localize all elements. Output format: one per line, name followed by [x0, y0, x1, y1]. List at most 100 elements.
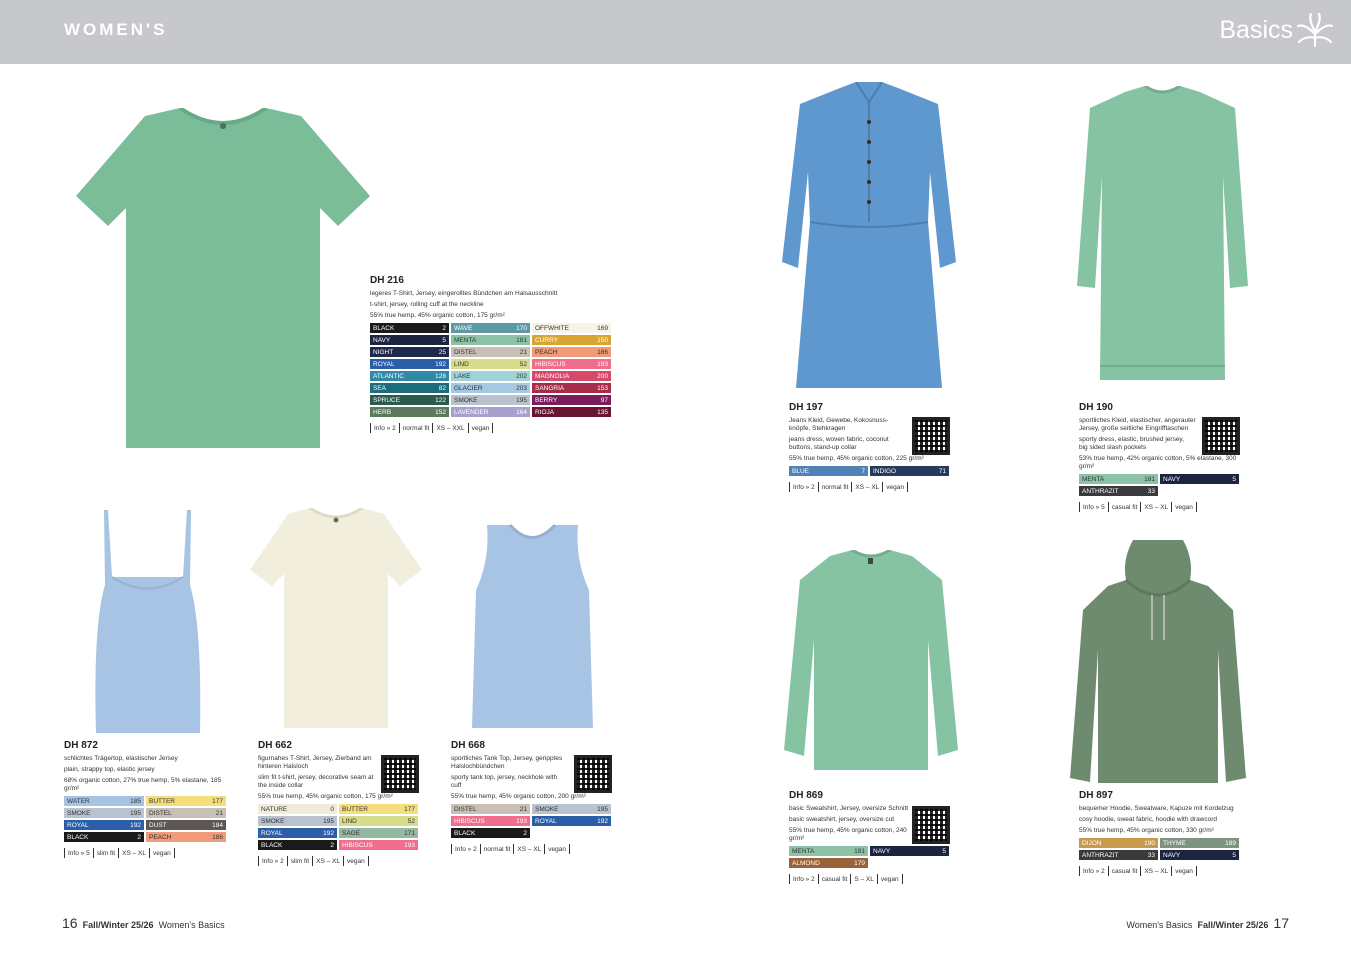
swatch-hibiscus: HIBISCUS 193 — [451, 816, 530, 826]
info-item: casual fit — [1111, 503, 1138, 511]
swatch-name: THYME — [1163, 839, 1186, 847]
swatch-number: 177 — [212, 797, 223, 805]
description-de: bequemer Hoodie, Sweatware, Kapuze mit K… — [1079, 805, 1234, 812]
swatch-name: WATER — [67, 797, 90, 805]
swatch-name: SAGE — [342, 829, 361, 837]
swatch-number: 192 — [323, 829, 334, 837]
info-separator — [1140, 866, 1142, 876]
swatch-blue: BLUE 7 — [789, 466, 868, 476]
swatch-name: ROYAL — [261, 829, 283, 837]
description-de: sportliches Tank Top, Jersey, geripptes … — [451, 755, 563, 770]
swatch-royal: ROYAL 192 — [64, 820, 144, 830]
swatch-number: 135 — [597, 408, 608, 416]
sweatshirt-dh869-image — [784, 550, 958, 770]
info-separator — [882, 482, 884, 492]
info-separator — [451, 844, 452, 854]
swatch-number: 195 — [130, 809, 141, 817]
material: 55% true hemp, 45% organic cotton, 240 g… — [789, 827, 907, 842]
swatch-number: 153 — [597, 384, 608, 392]
swatch-name: BLACK — [454, 829, 476, 837]
sporty-dress-dh190-image — [1077, 86, 1248, 380]
info-separator — [817, 482, 819, 492]
description-en: plain, strappy top, elastic jersey — [64, 766, 155, 773]
qr-code-dh662[interactable] — [381, 755, 419, 793]
swatch-number: 128 — [435, 372, 446, 380]
product-dh872: DH 872 schlichtes Trägertop, elastischer… — [64, 740, 229, 858]
material: 55% true hemp, 45% organic cotton, 200 g… — [451, 793, 586, 800]
swatch-number: 71 — [938, 467, 946, 475]
swatch-number: 2 — [137, 833, 141, 841]
swatch-night: NIGHT 25 — [370, 347, 449, 357]
swatch-name: HIBISCUS — [454, 817, 485, 825]
qr-code-dh190[interactable] — [1202, 417, 1240, 455]
swatch-lind: LIND 52 — [339, 816, 418, 826]
swatch-name: MAGNOLIA — [535, 372, 570, 380]
swatch-number: 5 — [942, 847, 946, 855]
swatch-number: 52 — [519, 360, 527, 368]
description-en: jeans dress, woven fabric, coconut butto… — [789, 436, 889, 451]
color-swatches: DISTEL 21 SMOKE 195 HIBISCUS 193 ROYAL 192 BLACK… — [451, 804, 616, 838]
swatch-number: 169 — [597, 324, 608, 332]
swatch-royal: ROYAL 192 — [258, 828, 337, 838]
swatch-black: BLACK 2 — [370, 323, 449, 333]
qr-code-dh668[interactable] — [574, 755, 612, 793]
swatch-number: 5 — [1232, 475, 1236, 483]
swatch-name: ROYAL — [67, 821, 89, 829]
swatch-name: ANTHRAZIT — [1082, 487, 1119, 495]
info-separator — [173, 848, 175, 858]
info-separator — [367, 856, 369, 866]
swatch-name: HERB — [373, 408, 392, 416]
description-en: slim fit t-shirt, jersey, decorative sea… — [258, 774, 374, 789]
swatch-name: DISTEL — [454, 805, 477, 813]
tshirt-dh662-image — [250, 508, 422, 728]
swatch-atlantic: ATLANTIC 128 — [370, 371, 449, 381]
info-separator — [342, 856, 344, 866]
section-title: WOMEN'S — [64, 20, 168, 39]
swatch-number: 179 — [854, 859, 865, 867]
color-swatches: DIJON 190 THYME 189 ANTHRAZIT 33 NAVY 5 — [1079, 838, 1249, 860]
swatch-black: BLACK 2 — [258, 840, 337, 850]
color-swatches: MENTA 181 NAVY 5 ANTHRAZIT 33 — [1079, 474, 1244, 496]
info-separator — [901, 874, 903, 884]
swatch-lind: LIND 52 — [451, 359, 530, 369]
swatch-number: 5 — [442, 336, 446, 344]
info-separator — [1079, 866, 1080, 876]
info-line: Info » 2 casual fit XS – XL vegan — [1079, 866, 1249, 876]
qr-code-dh869[interactable] — [912, 806, 950, 844]
swatch-number: 186 — [597, 348, 608, 356]
swatch-navy: NAVY 5 — [1160, 850, 1239, 860]
swatch-smoke: SMOKE 195 — [258, 816, 337, 826]
info-item: XS – XL — [1144, 867, 1169, 875]
material: 55% true hemp, 45% organic cotton, 175 g… — [370, 312, 505, 319]
swatch-peach: PEACH 186 — [146, 832, 226, 842]
info-separator — [492, 423, 494, 433]
product-code: DH 869 — [789, 790, 823, 801]
info-item: Info » 2 — [1083, 867, 1105, 875]
product-code: DH 190 — [1079, 402, 1113, 413]
material: 53% true hemp, 42% organic cotton, 5% el… — [1079, 455, 1237, 470]
info-line: Info » 2 casual fit S – XL vegan — [789, 874, 954, 884]
swatch-number: 193 — [597, 360, 608, 368]
page-number-right: 17 — [1273, 915, 1289, 931]
description-en: cosy hoodie, sweat fabric, hoodie with d… — [1079, 816, 1218, 823]
swatch-number: 21 — [215, 809, 223, 817]
info-item: S – XL — [854, 875, 874, 883]
info-item: Info » 2 — [374, 424, 396, 432]
qr-code-dh197[interactable] — [912, 417, 950, 455]
swatch-number: 192 — [130, 821, 141, 829]
swatch-number: 193 — [404, 841, 415, 849]
swatch-name: BLACK — [261, 841, 283, 849]
swatch-name: INDIGO — [873, 467, 897, 475]
swatch-lake: LAKE 202 — [451, 371, 530, 381]
info-line: Info » 5 slim fit XS – XL vegan — [64, 848, 229, 858]
swatch-number: 2 — [523, 829, 527, 837]
info-item: casual fit — [821, 875, 848, 883]
swatch-name: NAVY — [1163, 475, 1181, 483]
info-item: vegan — [1175, 503, 1193, 511]
swatch-number: 185 — [130, 797, 141, 805]
material: 55% true hemp, 45% organic cotton, 330 g… — [1079, 827, 1214, 834]
swatch-name: SEA — [373, 384, 387, 392]
swatch-name: MENTA — [454, 336, 477, 344]
swatch-herb: HERB 152 — [370, 407, 449, 417]
swatch-berry: BERRY 97 — [532, 395, 611, 405]
